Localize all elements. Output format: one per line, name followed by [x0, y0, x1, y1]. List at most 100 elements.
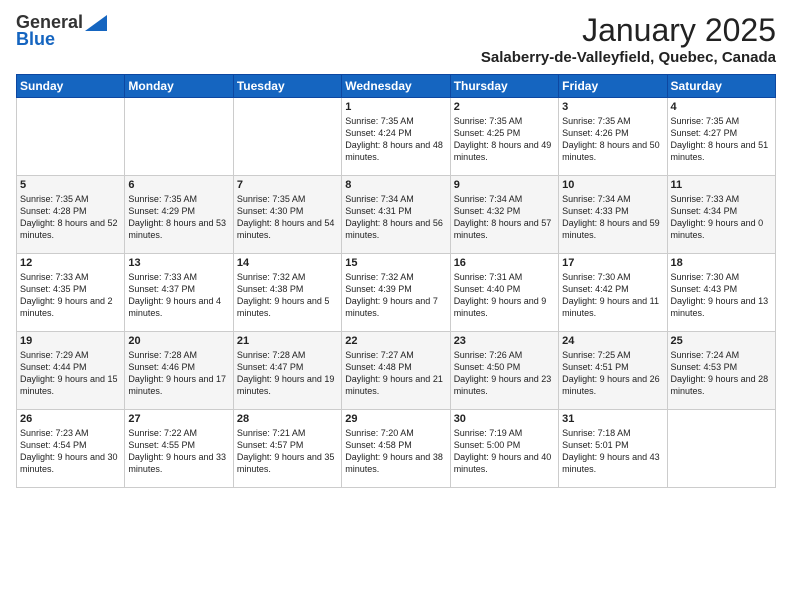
cell-content: Sunrise: 7:35 AM Sunset: 4:29 PM Dayligh… [128, 194, 228, 240]
day-number: 1 [345, 101, 446, 113]
logo: General Blue [16, 12, 107, 50]
calendar-cell: 4Sunrise: 7:35 AM Sunset: 4:27 PM Daylig… [667, 98, 775, 176]
day-number: 6 [128, 179, 229, 191]
calendar-cell: 21 Sunrise: 7:28 AM Sunset: 4:47 PM Dayli… [233, 332, 341, 410]
day-header-saturday: Saturday [667, 75, 775, 98]
calendar-cell: 25Sunrise: 7:24 AM Sunset: 4:53 PM Dayli… [667, 332, 775, 410]
day-number: 22 [345, 335, 446, 347]
calendar-cell: 7Sunrise: 7:35 AM Sunset: 4:30 PM Daylig… [233, 176, 341, 254]
day-number: 16 [454, 257, 555, 269]
cell-content: Sunrise: 7:35 AM Sunset: 4:26 PM Dayligh… [562, 116, 662, 162]
day-number: 30 [454, 413, 555, 425]
calendar-cell: 27 Sunrise: 7:22 AM Sunset: 4:55 PM Dayli… [125, 410, 233, 488]
day-header-thursday: Thursday [450, 75, 558, 98]
week-row: 5 Sunrise: 7:35 AM Sunset: 4:28 PM Daylig… [17, 176, 776, 254]
day-number: 12 [20, 257, 121, 269]
day-number: 28 [237, 413, 338, 425]
cell-content: Sunrise: 7:32 AM Sunset: 4:38 PM Dayligh… [237, 272, 332, 318]
calendar-cell: 9 Sunrise: 7:34 AM Sunset: 4:32 PM Daylig… [450, 176, 558, 254]
calendar-cell: 12 Sunrise: 7:33 AM Sunset: 4:35 PM Dayli… [17, 254, 125, 332]
day-number: 9 [454, 179, 555, 191]
day-number: 31 [562, 413, 663, 425]
calendar-cell [233, 98, 341, 176]
month-title: January 2025 [481, 12, 776, 49]
calendar-cell: 15 Sunrise: 7:32 AM Sunset: 4:39 PM Dayli… [342, 254, 450, 332]
day-number: 15 [345, 257, 446, 269]
cell-content: Sunrise: 7:20 AM Sunset: 4:58 PM Dayligh… [345, 428, 445, 474]
cell-content: Sunrise: 7:25 AM Sunset: 4:51 PM Dayligh… [562, 350, 662, 396]
cell-content: Sunrise: 7:30 AM Sunset: 4:42 PM Dayligh… [562, 272, 661, 318]
day-number: 11 [671, 179, 772, 191]
day-header-tuesday: Tuesday [233, 75, 341, 98]
calendar-cell: 14 Sunrise: 7:32 AM Sunset: 4:38 PM Dayli… [233, 254, 341, 332]
calendar-cell: 11Sunrise: 7:33 AM Sunset: 4:34 PM Dayli… [667, 176, 775, 254]
calendar-cell: 31Sunrise: 7:18 AM Sunset: 5:01 PM Dayli… [559, 410, 667, 488]
cell-content: Sunrise: 7:26 AM Sunset: 4:50 PM Dayligh… [454, 350, 554, 396]
cell-content: Sunrise: 7:35 AM Sunset: 4:24 PM Dayligh… [345, 116, 445, 162]
calendar-cell: 6 Sunrise: 7:35 AM Sunset: 4:29 PM Daylig… [125, 176, 233, 254]
week-row: 26 Sunrise: 7:23 AM Sunset: 4:54 PM Dayli… [17, 410, 776, 488]
logo-blue: Blue [16, 29, 55, 50]
calendar-cell: 10 Sunrise: 7:34 AM Sunset: 4:33 PM Dayli… [559, 176, 667, 254]
calendar-cell: 26 Sunrise: 7:23 AM Sunset: 4:54 PM Dayli… [17, 410, 125, 488]
cell-content: Sunrise: 7:35 AM Sunset: 4:30 PM Dayligh… [237, 194, 337, 240]
day-number: 13 [128, 257, 229, 269]
header: General Blue January 2025 Salaberry-de-V… [16, 12, 776, 66]
week-row: 1 Sunrise: 7:35 AM Sunset: 4:24 PM Daylig… [17, 98, 776, 176]
day-number: 17 [562, 257, 663, 269]
day-number: 10 [562, 179, 663, 191]
cell-content: Sunrise: 7:35 AM Sunset: 4:27 PM Dayligh… [671, 116, 771, 162]
logo-icon [85, 15, 107, 31]
day-number: 25 [671, 335, 772, 347]
day-number: 26 [20, 413, 121, 425]
cell-content: Sunrise: 7:28 AM Sunset: 4:46 PM Dayligh… [128, 350, 228, 396]
calendar-cell: 13Sunrise: 7:33 AM Sunset: 4:37 PM Dayli… [125, 254, 233, 332]
day-number: 3 [562, 101, 663, 113]
calendar-cell: 5 Sunrise: 7:35 AM Sunset: 4:28 PM Daylig… [17, 176, 125, 254]
cell-content: Sunrise: 7:33 AM Sunset: 4:35 PM Dayligh… [20, 272, 115, 318]
calendar-cell: 16 Sunrise: 7:31 AM Sunset: 4:40 PM Dayli… [450, 254, 558, 332]
calendar-cell: 17 Sunrise: 7:30 AM Sunset: 4:42 PM Dayli… [559, 254, 667, 332]
day-number: 5 [20, 179, 121, 191]
cell-content: Sunrise: 7:21 AM Sunset: 4:57 PM Dayligh… [237, 428, 337, 474]
page: General Blue January 2025 Salaberry-de-V… [0, 0, 792, 612]
day-number: 2 [454, 101, 555, 113]
cell-content: Sunrise: 7:32 AM Sunset: 4:39 PM Dayligh… [345, 272, 440, 318]
day-number: 21 [237, 335, 338, 347]
cell-content: Sunrise: 7:23 AM Sunset: 4:54 PM Dayligh… [20, 428, 120, 474]
day-number: 23 [454, 335, 555, 347]
calendar-cell: 24Sunrise: 7:25 AM Sunset: 4:51 PM Dayli… [559, 332, 667, 410]
day-number: 27 [128, 413, 229, 425]
calendar-cell: 23 Sunrise: 7:26 AM Sunset: 4:50 PM Dayli… [450, 332, 558, 410]
calendar-cell: 8Sunrise: 7:34 AM Sunset: 4:31 PM Daylig… [342, 176, 450, 254]
cell-content: Sunrise: 7:27 AM Sunset: 4:48 PM Dayligh… [345, 350, 445, 396]
day-number: 29 [345, 413, 446, 425]
calendar-cell [17, 98, 125, 176]
calendar-cell: 29 Sunrise: 7:20 AM Sunset: 4:58 PM Dayli… [342, 410, 450, 488]
day-number: 19 [20, 335, 121, 347]
cell-content: Sunrise: 7:28 AM Sunset: 4:47 PM Dayligh… [237, 350, 337, 396]
cell-content: Sunrise: 7:35 AM Sunset: 4:25 PM Dayligh… [454, 116, 554, 162]
title-block: January 2025 Salaberry-de-Valleyfield, Q… [481, 12, 776, 66]
calendar-cell [667, 410, 775, 488]
cell-content: Sunrise: 7:29 AM Sunset: 4:44 PM Dayligh… [20, 350, 120, 396]
week-row: 12 Sunrise: 7:33 AM Sunset: 4:35 PM Dayli… [17, 254, 776, 332]
cell-content: Sunrise: 7:35 AM Sunset: 4:28 PM Dayligh… [20, 194, 120, 240]
day-number: 18 [671, 257, 772, 269]
week-row: 19 Sunrise: 7:29 AM Sunset: 4:44 PM Dayli… [17, 332, 776, 410]
calendar-table: SundayMondayTuesdayWednesdayThursdayFrid… [16, 74, 776, 488]
calendar-cell: 22 Sunrise: 7:27 AM Sunset: 4:48 PM Dayli… [342, 332, 450, 410]
day-number: 14 [237, 257, 338, 269]
cell-content: Sunrise: 7:34 AM Sunset: 4:31 PM Dayligh… [345, 194, 445, 240]
cell-content: Sunrise: 7:31 AM Sunset: 4:40 PM Dayligh… [454, 272, 549, 318]
calendar-cell: 20Sunrise: 7:28 AM Sunset: 4:46 PM Dayli… [125, 332, 233, 410]
location-title: Salaberry-de-Valleyfield, Quebec, Canada [481, 49, 776, 66]
cell-content: Sunrise: 7:22 AM Sunset: 4:55 PM Dayligh… [128, 428, 228, 474]
calendar-cell: 28 Sunrise: 7:21 AM Sunset: 4:57 PM Dayli… [233, 410, 341, 488]
day-header-friday: Friday [559, 75, 667, 98]
cell-content: Sunrise: 7:34 AM Sunset: 4:33 PM Dayligh… [562, 194, 662, 240]
cell-content: Sunrise: 7:34 AM Sunset: 4:32 PM Dayligh… [454, 194, 554, 240]
day-header-monday: Monday [125, 75, 233, 98]
header-row: SundayMondayTuesdayWednesdayThursdayFrid… [17, 75, 776, 98]
calendar-cell: 30Sunrise: 7:19 AM Sunset: 5:00 PM Dayli… [450, 410, 558, 488]
